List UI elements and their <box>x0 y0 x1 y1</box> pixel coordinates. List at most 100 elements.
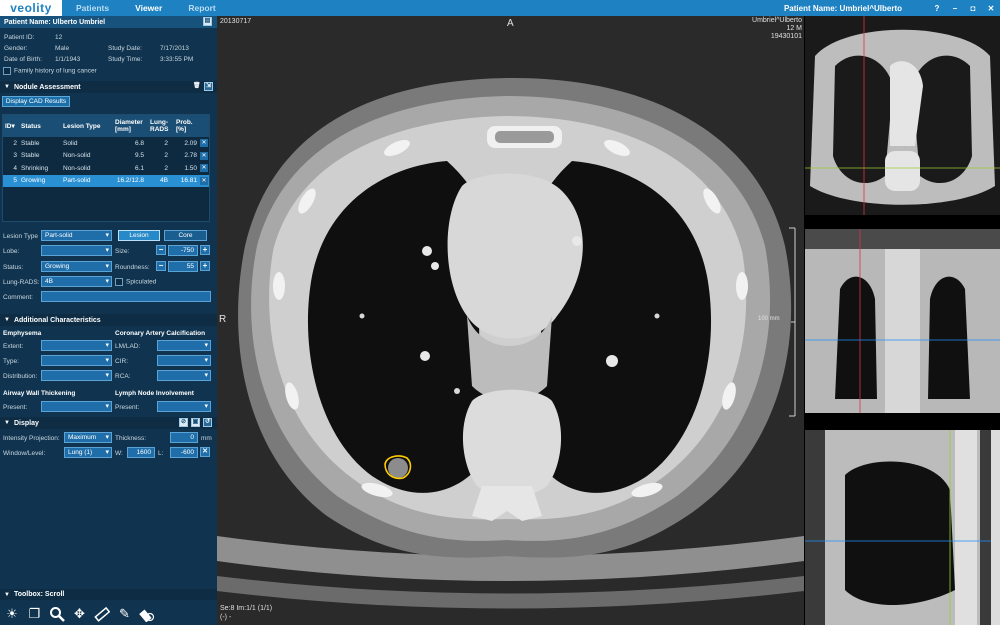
col-id[interactable]: ID▾ <box>3 115 19 137</box>
window-level-select[interactable]: Lung (1) <box>64 447 112 458</box>
row-type: Solid <box>63 139 78 147</box>
col-status[interactable]: Status <box>19 115 61 137</box>
save-view-icon[interactable]: ▣ <box>191 418 200 427</box>
lesion-type-select[interactable]: Part-solid <box>41 230 112 241</box>
annotate-tool-icon[interactable]: ✎ <box>115 604 135 624</box>
size-minus-button[interactable]: − <box>156 245 166 255</box>
table-row[interactable]: 2 Stable Solid 6.8 2 2.09 ✕ <box>3 137 209 150</box>
spiculated-row: Spiculated <box>115 278 156 286</box>
row-diameter: 9.5 <box>134 152 144 160</box>
intensity-select[interactable]: Maximum <box>64 432 112 443</box>
delete-row-icon[interactable]: ✕ <box>200 176 208 185</box>
patient-id-label: Patient ID: <box>4 34 35 41</box>
delete-row-icon[interactable]: ✕ <box>200 139 208 148</box>
additional-characteristics-header[interactable]: ▼ Additional Characteristics <box>0 314 217 326</box>
display-cad-results-button[interactable]: Display CAD Results <box>2 96 70 107</box>
nav-report[interactable]: Report <box>188 3 215 13</box>
coronal-image <box>805 229 1000 413</box>
size-input[interactable]: -750 <box>168 245 198 256</box>
coronal-view[interactable] <box>805 229 1000 413</box>
rca-select[interactable] <box>157 370 211 381</box>
table-row-selected[interactable]: 5 Growing Part-solid 16.2/12.8 4B 16.81 … <box>3 174 209 187</box>
nodule-assessment-header[interactable]: ▼ Nodule Assessment 🗑 ⇲ <box>0 81 217 93</box>
reset-icon[interactable]: ↺ <box>203 418 212 427</box>
sagittal-view[interactable] <box>805 430 1000 625</box>
family-history-checkbox[interactable] <box>3 67 11 75</box>
extent-select[interactable] <box>41 340 112 351</box>
nav-patients[interactable]: Patients <box>76 3 109 13</box>
document-icon[interactable]: ▤ <box>203 17 212 26</box>
w-input[interactable]: 1600 <box>127 447 155 458</box>
airway-wall-heading: Airway Wall Thickening <box>3 390 76 397</box>
lesion-tab[interactable]: Lesion <box>118 230 160 241</box>
delete-row-icon[interactable]: ✕ <box>200 164 208 173</box>
patient-title: Patient Name: Umbriel^Ulberto <box>783 3 902 13</box>
link-icon[interactable]: ⊘ <box>179 418 188 427</box>
lobe-select[interactable] <box>41 245 112 256</box>
thickness-label: Thickness: <box>115 435 147 442</box>
delete-row-icon[interactable]: ✕ <box>200 151 208 160</box>
dob-label: Date of Birth: <box>4 56 42 63</box>
col-diameter[interactable]: Diameter [mm] <box>113 115 148 137</box>
size-plus-button[interactable]: + <box>200 245 210 255</box>
position-overlay: (-) - <box>220 614 232 621</box>
axial-viewport[interactable]: 20130717 A Umbriel^Ulberto 12 M 19430101… <box>217 16 804 625</box>
spiculated-checkbox[interactable] <box>115 278 123 286</box>
row-type: Non-solid <box>63 152 91 160</box>
pan-tool-icon[interactable]: ✥ <box>70 604 90 624</box>
cir-label: CIR: <box>115 358 128 365</box>
collapse-arrow-icon: ▼ <box>4 317 10 323</box>
axial-mip-image <box>805 16 1000 215</box>
veolity-logo: veolity <box>0 0 62 16</box>
awt-present-select[interactable] <box>41 401 112 412</box>
core-tab[interactable]: Core <box>164 230 207 241</box>
comment-input[interactable] <box>41 291 211 302</box>
export-icon[interactable]: ⇲ <box>204 82 213 91</box>
display-header[interactable]: ▼ Display ⊘ ▣ ↺ <box>0 417 217 429</box>
eraser-tool-icon[interactable] <box>137 604 157 624</box>
thickness-input[interactable]: 0 <box>170 432 198 443</box>
row-id: 3 <box>13 152 17 160</box>
col-prob[interactable]: Prob. [%] <box>174 115 198 137</box>
awt-present-label: Present: <box>3 404 28 411</box>
table-row[interactable]: 3 Stable Non-solid 9.5 2 2.78 ✕ <box>3 150 209 163</box>
distribution-label: Distribution: <box>3 373 38 380</box>
zoom-tool-icon[interactable] <box>47 604 67 624</box>
l-input[interactable]: -600 <box>170 447 198 458</box>
lmlad-select[interactable] <box>157 340 211 351</box>
row-diameter: 16.2/12.8 <box>116 177 144 185</box>
table-row[interactable]: 4 Shrinking Non-solid 6.1 2 1.50 ✕ <box>3 162 209 175</box>
lni-present-select[interactable] <box>157 401 211 412</box>
roundness-minus-button[interactable]: − <box>156 261 166 271</box>
type-select[interactable] <box>41 355 112 366</box>
restore-button[interactable]: ◘ <box>964 4 982 13</box>
lungrads-select[interactable]: 4B <box>41 276 112 287</box>
cir-select[interactable] <box>157 355 211 366</box>
nodule-table: ID▾ Status Lesion Type Diameter [mm] Lun… <box>2 114 210 222</box>
window-level-tool-icon[interactable]: ☀ <box>2 604 22 624</box>
wl-clear-button[interactable]: ✕ <box>200 447 210 457</box>
ruler-tool-icon[interactable] <box>92 604 112 624</box>
minimize-button[interactable]: – <box>946 4 964 13</box>
collapse-arrow-icon: ▼ <box>4 84 10 90</box>
help-button[interactable]: ? <box>928 4 946 13</box>
axial-ct-image <box>217 16 804 625</box>
distribution-select[interactable] <box>41 370 112 381</box>
col-lesion-type[interactable]: Lesion Type <box>61 115 113 137</box>
close-button[interactable]: ✕ <box>982 4 1000 13</box>
roundness-plus-button[interactable]: + <box>200 261 210 271</box>
row-type: Non-solid <box>63 164 91 172</box>
patient-name-label: Patient Name: Ulberto Umbriel <box>4 18 106 26</box>
left-panel: Patient Name: Ulberto Umbriel ▤ Patient … <box>0 16 217 625</box>
toolbox-header[interactable]: ▼ Toolbox: Scroll <box>0 589 217 600</box>
col-lung-rads[interactable]: Lung-RADS <box>148 115 174 137</box>
nodule-table-header: ID▾ Status Lesion Type Diameter [mm] Lun… <box>3 115 209 137</box>
roundness-input[interactable]: 55 <box>168 261 198 272</box>
trash-icon[interactable]: 🗑 <box>192 82 201 91</box>
status-select[interactable]: Growing <box>41 261 112 272</box>
cac-heading: Coronary Artery Calcification <box>115 330 206 337</box>
row-prob: 2.78 <box>184 152 197 160</box>
scroll-tool-icon[interactable]: ❐ <box>25 604 45 624</box>
nav-viewer[interactable]: Viewer <box>135 3 162 13</box>
axial-mip-view[interactable] <box>805 16 1000 215</box>
